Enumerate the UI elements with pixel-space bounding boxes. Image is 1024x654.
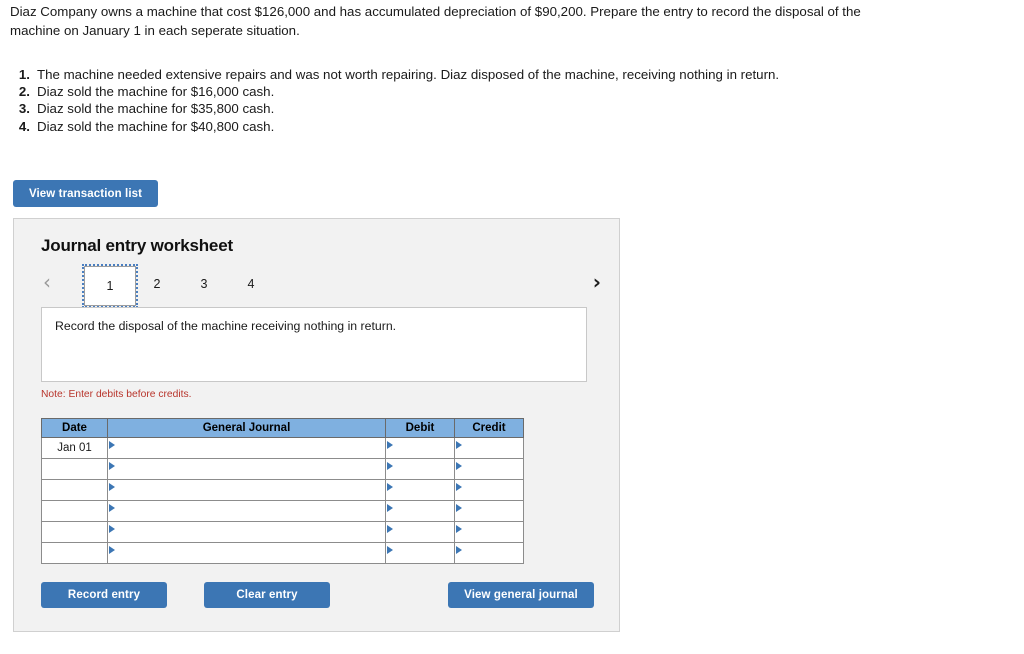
page-title: Journal entry worksheet <box>41 236 233 255</box>
cell-debit[interactable] <box>385 437 455 459</box>
journal-entry-table: Date General Journal Debit Credit Jan 01 <box>41 418 524 564</box>
cell-credit[interactable] <box>454 479 524 501</box>
problem-statement: Diaz Company owns a machine that cost $1… <box>10 4 861 38</box>
list-item-number: 2. <box>18 84 30 100</box>
column-header-date: Date <box>41 418 108 438</box>
cell-debit[interactable] <box>385 542 455 564</box>
clear-entry-button[interactable]: Clear entry <box>204 582 330 608</box>
requirements-list: 1. The machine needed extensive repairs … <box>10 66 890 135</box>
list-item: 4. Diaz sold the machine for $40,800 cas… <box>10 118 890 135</box>
tab-4[interactable]: 4 <box>240 275 262 293</box>
cell-general-journal[interactable] <box>107 521 386 543</box>
list-item: 3. Diaz sold the machine for $35,800 cas… <box>10 100 890 117</box>
view-transaction-list-button[interactable]: View transaction list <box>13 180 158 207</box>
cell-date[interactable] <box>41 458 108 480</box>
column-header-debit: Debit <box>385 418 455 438</box>
cell-debit[interactable] <box>385 479 455 501</box>
tab-3[interactable]: 3 <box>193 275 215 293</box>
cell-date[interactable] <box>41 479 108 501</box>
worksheet-tab-strip: ‹ 1 2 3 4 › <box>41 264 601 308</box>
cell-general-journal[interactable] <box>107 479 386 501</box>
cell-credit[interactable] <box>454 521 524 543</box>
cell-credit[interactable] <box>454 437 524 459</box>
note-text: Note: Enter debits before credits. <box>41 389 192 400</box>
list-item-text: The machine needed extensive repairs and… <box>37 67 780 82</box>
cell-credit[interactable] <box>454 500 524 522</box>
journal-entry-worksheet-panel: Journal entry worksheet ‹ 1 2 3 4 › Reco… <box>13 218 620 632</box>
cell-debit[interactable] <box>385 521 455 543</box>
list-item-number: 4. <box>18 118 30 134</box>
column-header-general-journal: General Journal <box>107 418 386 438</box>
tab-1[interactable]: 1 <box>82 264 138 308</box>
chevron-right-icon[interactable]: › <box>593 272 601 292</box>
table-row: Jan 01 <box>41 437 524 459</box>
tab-2[interactable]: 2 <box>146 275 168 293</box>
table-row <box>41 542 524 564</box>
cell-debit[interactable] <box>385 500 455 522</box>
column-header-credit: Credit <box>454 418 524 438</box>
list-item: 2. Diaz sold the machine for $16,000 cas… <box>10 83 890 100</box>
cell-date[interactable]: Jan 01 <box>41 437 108 459</box>
cell-general-journal[interactable] <box>107 500 386 522</box>
view-general-journal-button[interactable]: View general journal <box>448 582 594 608</box>
cell-credit[interactable] <box>454 458 524 480</box>
list-item-number: 3. <box>18 101 30 117</box>
cell-general-journal[interactable] <box>107 542 386 564</box>
record-entry-button[interactable]: Record entry <box>41 582 167 608</box>
cell-general-journal[interactable] <box>107 458 386 480</box>
list-item-number: 1. <box>18 67 30 82</box>
table-header-row: Date General Journal Debit Credit <box>41 418 524 438</box>
table-row <box>41 500 524 522</box>
instruction-box: Record the disposal of the machine recei… <box>41 307 587 382</box>
cell-debit[interactable] <box>385 458 455 480</box>
cell-general-journal[interactable] <box>107 437 386 459</box>
cell-date[interactable] <box>41 500 108 522</box>
list-item-text: Diaz sold the machine for $35,800 cash. <box>37 101 275 117</box>
list-item-text: Diaz sold the machine for $16,000 cash. <box>37 84 275 100</box>
table-row <box>41 521 524 543</box>
instruction-text: Record the disposal of the machine recei… <box>55 319 397 333</box>
table-row <box>41 479 524 501</box>
cell-date[interactable] <box>41 542 108 564</box>
list-item: 1. The machine needed extensive repairs … <box>10 66 890 83</box>
cell-date[interactable] <box>41 521 108 543</box>
list-item-text: Diaz sold the machine for $40,800 cash. <box>37 118 275 134</box>
table-row <box>41 458 524 480</box>
chevron-left-icon[interactable]: ‹ <box>43 272 51 292</box>
cell-credit[interactable] <box>454 542 524 564</box>
